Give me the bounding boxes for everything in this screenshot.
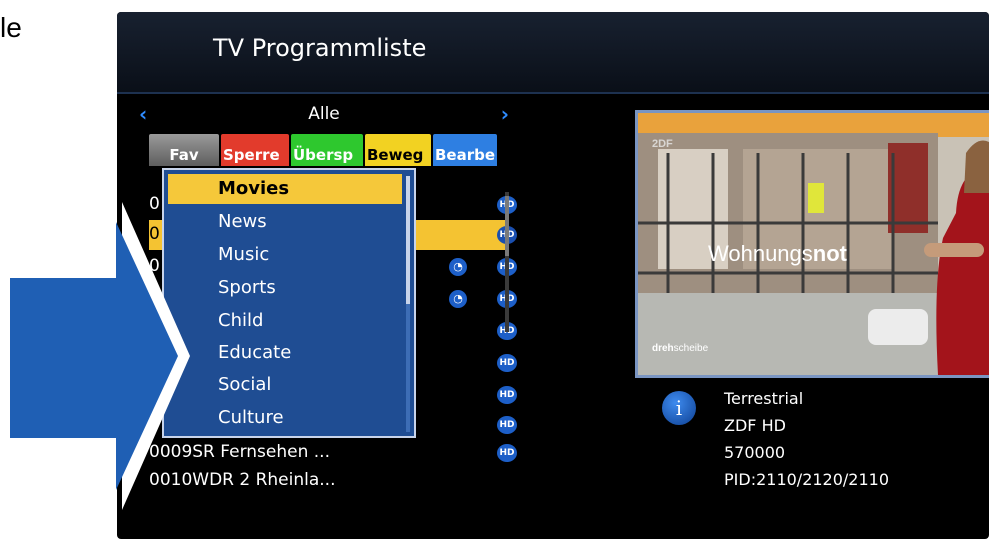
callout-arrow [4,202,190,510]
dropdown-scrollbar[interactable] [406,176,410,432]
tab-uebersp[interactable]: Übersp [291,134,363,166]
channel-list-scrollbar[interactable] [505,192,509,332]
hd-icon: HD [497,444,517,462]
scrollbar-thumb[interactable] [505,196,509,256]
satellite-icon: ◔ [449,258,467,276]
hd-icon: HD [497,386,517,404]
info-channel: ZDF HD [724,416,786,435]
tab-bearbe[interactable]: Bearbe [433,134,497,166]
program-logo: dreh [652,343,674,354]
preview-image: Wohnungsnot drehscheibe 2DF [638,113,989,375]
scrollbar-thumb[interactable] [406,176,410,304]
info-source: Terrestrial [724,389,804,408]
hd-icon: HD [497,354,517,372]
hd-icon: HD [497,416,517,434]
video-preview: Wohnungsnot drehscheibe 2DF [635,110,989,378]
svg-text:Wohnungsnot: Wohnungsnot [708,241,848,266]
tab-beweg[interactable]: Beweg [365,134,431,166]
channel-logo-watermark: 2DF [652,138,673,150]
info-frequency: 570000 [724,443,786,462]
info-pid: PID:2110/2120/2110 [724,470,890,489]
satellite-icon: ◔ [449,290,467,308]
preview-headline-bold: not [813,241,848,266]
svg-text:drehscheibe: drehscheibe [652,343,709,354]
chevron-right-icon[interactable]: › [501,102,509,126]
channel-info-panel: i Terrestrial ZDF HD 570000 PID:2110/212… [662,387,962,497]
program-logo-suffix: scheibe [674,343,709,354]
preview-headline: Wohnungs [708,241,813,266]
info-icon: i [662,391,696,425]
